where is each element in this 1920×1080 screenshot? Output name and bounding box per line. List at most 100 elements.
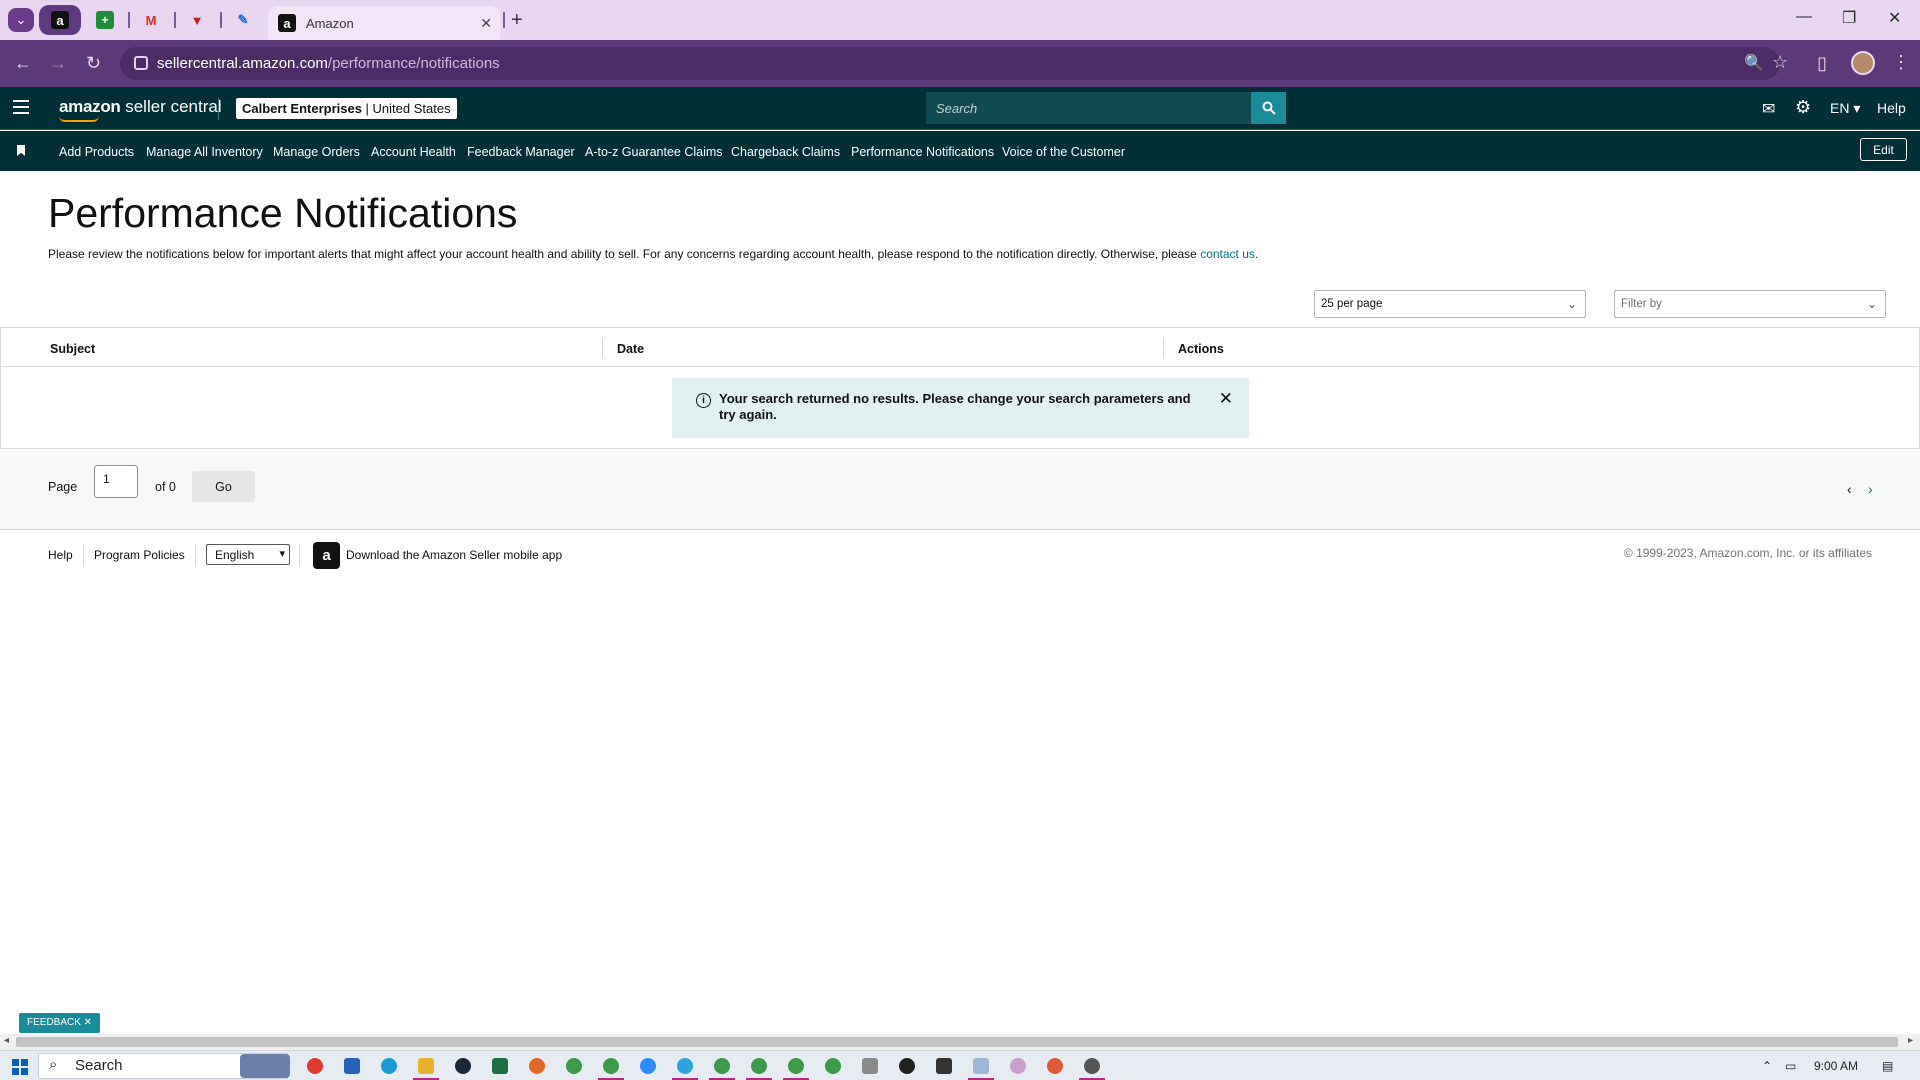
windows-start-icon[interactable] [12, 1059, 28, 1075]
restore-icon[interactable]: ❐ [1842, 8, 1856, 28]
prev-page-chevron-left-icon[interactable]: ‹ [1847, 481, 1852, 497]
browser-menu-icon[interactable]: ⋮ [1892, 52, 1910, 73]
taskbar-telegram-icon[interactable] [677, 1058, 693, 1074]
scroll-left-icon[interactable]: ◂ [4, 1035, 9, 1046]
url-host: sellercentral.amazon.com [157, 55, 328, 72]
taskbar-app-icon[interactable] [899, 1058, 915, 1074]
nav-add-products[interactable]: Add Products [59, 145, 134, 159]
edit-nav-button[interactable]: Edit [1860, 138, 1907, 161]
feedback-button[interactable]: FEEDBACK ✕ [19, 1013, 101, 1033]
taskbar-store-icon[interactable] [344, 1058, 360, 1074]
amazon-seller-app-icon[interactable]: a [313, 542, 340, 569]
tab-close-icon[interactable]: ✕ [480, 15, 492, 32]
hamburger-menu-icon[interactable] [13, 100, 29, 118]
taskbar-clock[interactable]: 9:00 AM [1814, 1059, 1858, 1073]
per-page-select[interactable]: 25 per page ⌄ [1314, 290, 1586, 318]
taskbar-edge-icon[interactable] [381, 1058, 397, 1074]
nav-feedback-manager[interactable]: Feedback Manager [467, 145, 575, 159]
nav-account-health[interactable]: Account Health [371, 145, 456, 159]
browser-tab-bar: ⌄ a + M ▼ ✎ a Amazon ✕ + — ❐ ✕ [0, 0, 1920, 40]
taskbar-paint-icon[interactable] [1010, 1058, 1026, 1074]
taskbar-excel-icon[interactable] [492, 1058, 508, 1074]
close-window-icon[interactable]: ✕ [1888, 8, 1901, 28]
taskbar-chrome-icon[interactable] [751, 1058, 767, 1074]
taskbar-settings-icon[interactable] [1084, 1058, 1100, 1074]
scrollbar-thumb[interactable] [16, 1037, 1898, 1047]
nav-chargeback-claims[interactable]: Chargeback Claims [731, 145, 840, 159]
page-footer: Help Program Policies English ▾ a Downlo… [0, 530, 1920, 580]
taskbar-app-icon[interactable] [1047, 1058, 1063, 1074]
nav-manage-all-inventory[interactable]: Manage All Inventory [146, 145, 263, 159]
search-input[interactable]: Search [926, 92, 1251, 124]
taskbar-chrome-icon[interactable] [788, 1058, 804, 1074]
pinned-tab-app[interactable]: ✎ [222, 5, 264, 35]
profile-avatar[interactable] [1851, 51, 1875, 75]
close-alert-icon[interactable]: ✕ [1219, 390, 1233, 407]
page-label: Page [48, 480, 78, 494]
bookmark-icon[interactable] [17, 145, 25, 156]
minimize-icon[interactable]: — [1796, 8, 1812, 26]
pinned-tab-todoist[interactable]: ▼ [176, 5, 218, 35]
download-app-link[interactable]: Download the Amazon Seller mobile app [346, 548, 562, 562]
horizontal-scrollbar[interactable]: ◂ ▸ [0, 1034, 1920, 1050]
taskbar-chrome-icon[interactable] [825, 1058, 841, 1074]
taskbar-steam-icon[interactable] [455, 1058, 471, 1074]
column-header-subject[interactable]: Subject [50, 342, 95, 356]
contact-us-link[interactable]: contact us. [1200, 247, 1258, 261]
taskbar-app-icon[interactable] [936, 1058, 952, 1074]
url-text[interactable]: sellercentral.amazon.com/performance/not… [157, 55, 500, 72]
nav-voice-of-the-customer[interactable]: Voice of the Customer [1002, 145, 1125, 159]
zoom-icon[interactable]: 🔍 [1744, 53, 1764, 73]
pinned-tab-gmail[interactable]: M [130, 5, 172, 35]
notifications-icon[interactable]: ▤ [1882, 1059, 1893, 1073]
next-page-chevron-right-icon[interactable]: › [1868, 481, 1873, 497]
side-panel-icon[interactable]: ▯ [1817, 53, 1827, 74]
taskbar-zoom-icon[interactable] [640, 1058, 656, 1074]
column-header-date[interactable]: Date [617, 342, 644, 356]
nav-manage-orders[interactable]: Manage Orders [273, 145, 360, 159]
taskbar-firefox-icon[interactable] [529, 1058, 545, 1074]
footer-program-policies-link[interactable]: Program Policies [94, 548, 185, 562]
nav-a-to-z-claims[interactable]: A-to-z Guarantee Claims [585, 145, 723, 159]
taskbar-chrome-icon[interactable] [714, 1058, 730, 1074]
taskbar-chrome-icon[interactable] [566, 1058, 582, 1074]
site-info-icon[interactable] [134, 56, 148, 70]
reload-icon[interactable]: ↻ [86, 53, 101, 74]
mail-icon[interactable]: ✉ [1762, 99, 1775, 119]
taskbar-chrome-icon[interactable] [603, 1058, 619, 1074]
scroll-right-icon[interactable]: ▸ [1908, 1035, 1913, 1046]
taskbar-notepad-icon[interactable] [973, 1058, 989, 1074]
account-name: Calbert Enterprises [242, 101, 362, 116]
alert-message: Your search returned no results. Please … [719, 391, 1191, 422]
page-number-input[interactable]: 1 [94, 465, 138, 498]
taskbar-calculator-icon[interactable] [862, 1058, 878, 1074]
seller-central-logo[interactable]: amazon seller central [59, 97, 222, 122]
language-selector[interactable]: EN ▾ [1830, 100, 1860, 117]
battery-icon[interactable]: ▭ [1785, 1059, 1796, 1073]
tab-search-menu-chevron-down-icon[interactable]: ⌄ [8, 8, 34, 32]
help-link[interactable]: Help [1877, 100, 1906, 116]
pinned-tab-sheets[interactable]: + [84, 5, 126, 35]
forward-arrow-icon[interactable]: → [49, 53, 67, 74]
tab-title: Amazon [306, 15, 354, 31]
footer-divider [83, 544, 84, 566]
footer-language-select[interactable]: English ▾ [206, 544, 290, 565]
go-button[interactable]: Go [192, 471, 255, 502]
url-omnibox[interactable]: sellercentral.amazon.com/performance/not… [120, 47, 1788, 80]
tray-chevron-up-icon[interactable]: ⌃ [1762, 1059, 1772, 1073]
account-switcher[interactable]: Calbert Enterprises | United States [236, 98, 457, 119]
tab-amazon-active[interactable]: a Amazon ✕ [268, 6, 500, 40]
footer-help-link[interactable]: Help [48, 548, 73, 562]
nav-performance-notifications[interactable]: Performance Notifications [851, 145, 994, 159]
settings-gear-icon[interactable]: ⚙ [1795, 97, 1811, 118]
bookmark-star-icon[interactable]: ☆ [1772, 52, 1788, 73]
back-arrow-icon[interactable]: ← [14, 53, 32, 74]
filter-by-select[interactable]: Filter by ⌄ [1614, 290, 1886, 318]
url-path: /performance/notifications [327, 55, 500, 72]
search-button[interactable] [1251, 92, 1286, 124]
pinned-tab-amazon[interactable]: a [39, 5, 81, 35]
taskbar-widget-icon[interactable] [240, 1054, 290, 1078]
taskbar-folder-icon[interactable] [418, 1058, 434, 1074]
new-tab-plus-icon[interactable]: + [511, 9, 523, 32]
taskbar-app-icon[interactable] [307, 1058, 323, 1074]
